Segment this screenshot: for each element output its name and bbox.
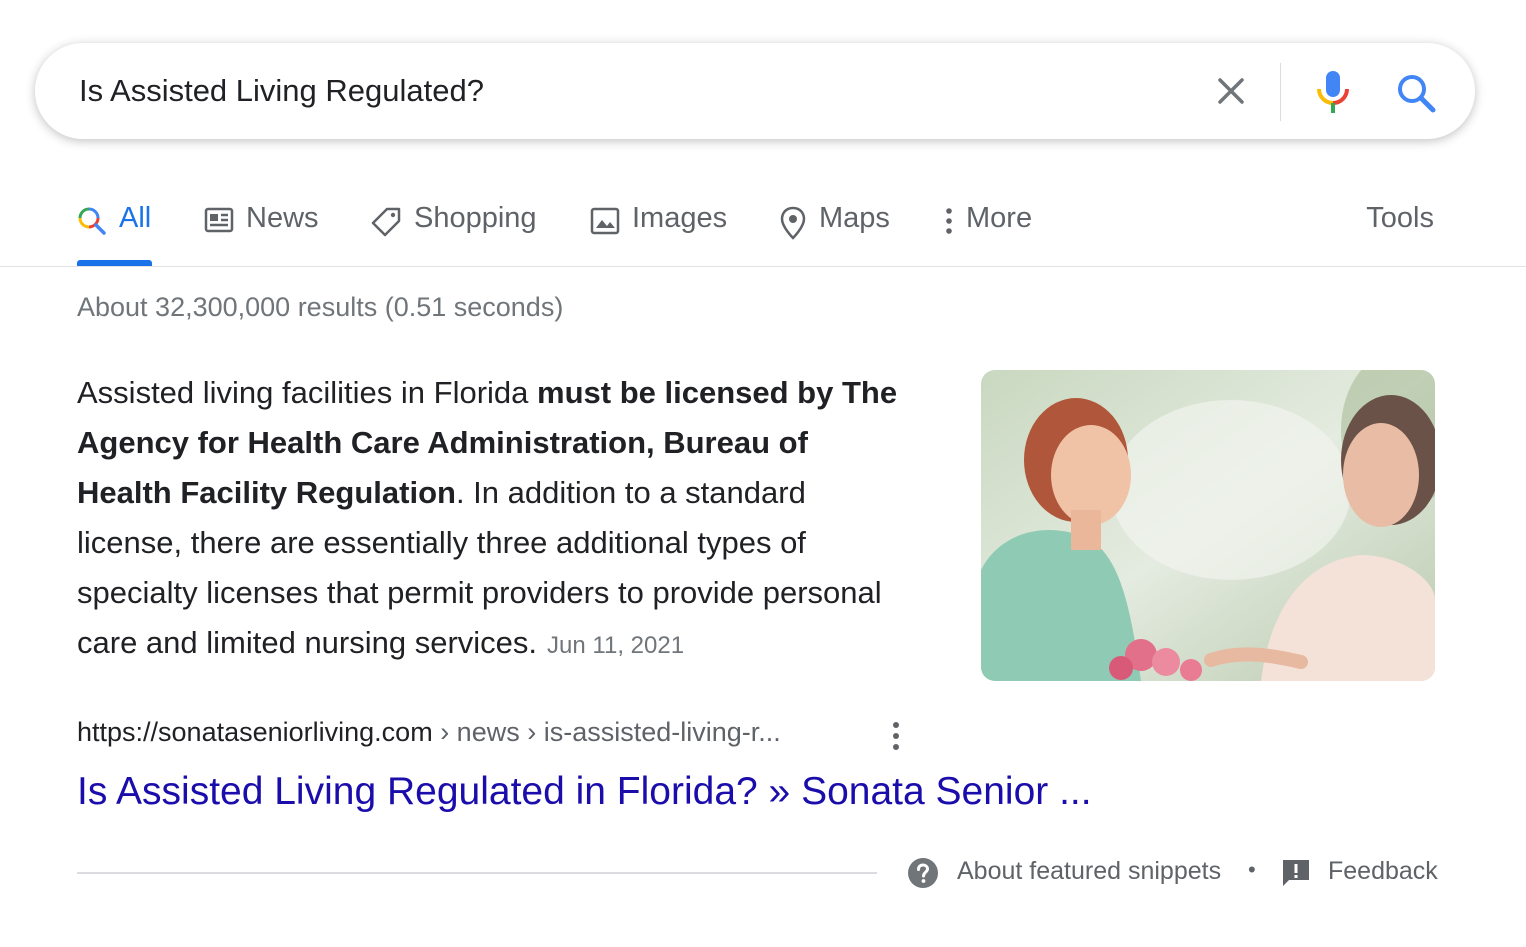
search-tabs: All News Shopping Images Maps More Tools [0,180,1526,267]
result-domain: https://sonataseniorliving.com [77,717,433,747]
search-box[interactable]: Is Assisted Living Regulated? [35,43,1475,139]
tag-icon [371,207,401,237]
image-icon [590,207,620,235]
footer-separator: • [1248,857,1256,882]
footer-divider [77,872,877,874]
result-stats: About 32,300,000 results (0.51 seconds) [77,292,564,322]
result-path: › news › is-assisted-living-r... [432,717,781,747]
featured-snippet-text: Assisted living facilities in Florida mu… [77,368,907,671]
search-icon [78,207,106,235]
help-icon[interactable] [907,857,939,889]
tab-all[interactable]: All [77,180,152,266]
close-icon[interactable] [1213,73,1249,109]
search-box-divider [1280,63,1281,121]
tab-shopping[interactable]: Shopping [370,180,537,266]
result-title-link[interactable]: Is Assisted Living Regulated in Florida?… [77,770,1092,814]
tab-news[interactable]: News [204,180,319,266]
mic-icon[interactable] [1315,69,1351,115]
snippet-text: Assisted living facilities in Florida [77,375,538,410]
more-vertical-icon[interactable] [886,720,906,752]
snippet-date: Jun 11, 2021 [547,632,685,659]
feedback-link[interactable]: Feedback [1328,857,1438,886]
tab-images[interactable]: Images [590,180,727,266]
tab-maps[interactable]: Maps [779,180,890,266]
map-pin-icon [780,206,806,240]
tab-label: Maps [819,202,890,234]
about-featured-snippets-link[interactable]: About featured snippets [957,857,1221,886]
search-input[interactable]: Is Assisted Living Regulated? [79,73,484,109]
tab-label: Images [632,202,728,234]
tab-more[interactable]: More [942,180,1032,266]
search-icon[interactable] [1395,72,1437,114]
news-icon [204,207,234,233]
tab-label: News [246,202,319,234]
result-url[interactable]: https://sonataseniorliving.com › news › … [77,717,781,748]
feedback-icon[interactable] [1281,858,1311,888]
more-vertical-icon [946,208,952,234]
snippet-image[interactable] [981,370,1435,681]
tab-label: All [119,202,152,234]
tab-label: Shopping [414,202,537,234]
tools-button[interactable]: Tools [1366,202,1434,235]
tab-label: More [966,202,1033,234]
